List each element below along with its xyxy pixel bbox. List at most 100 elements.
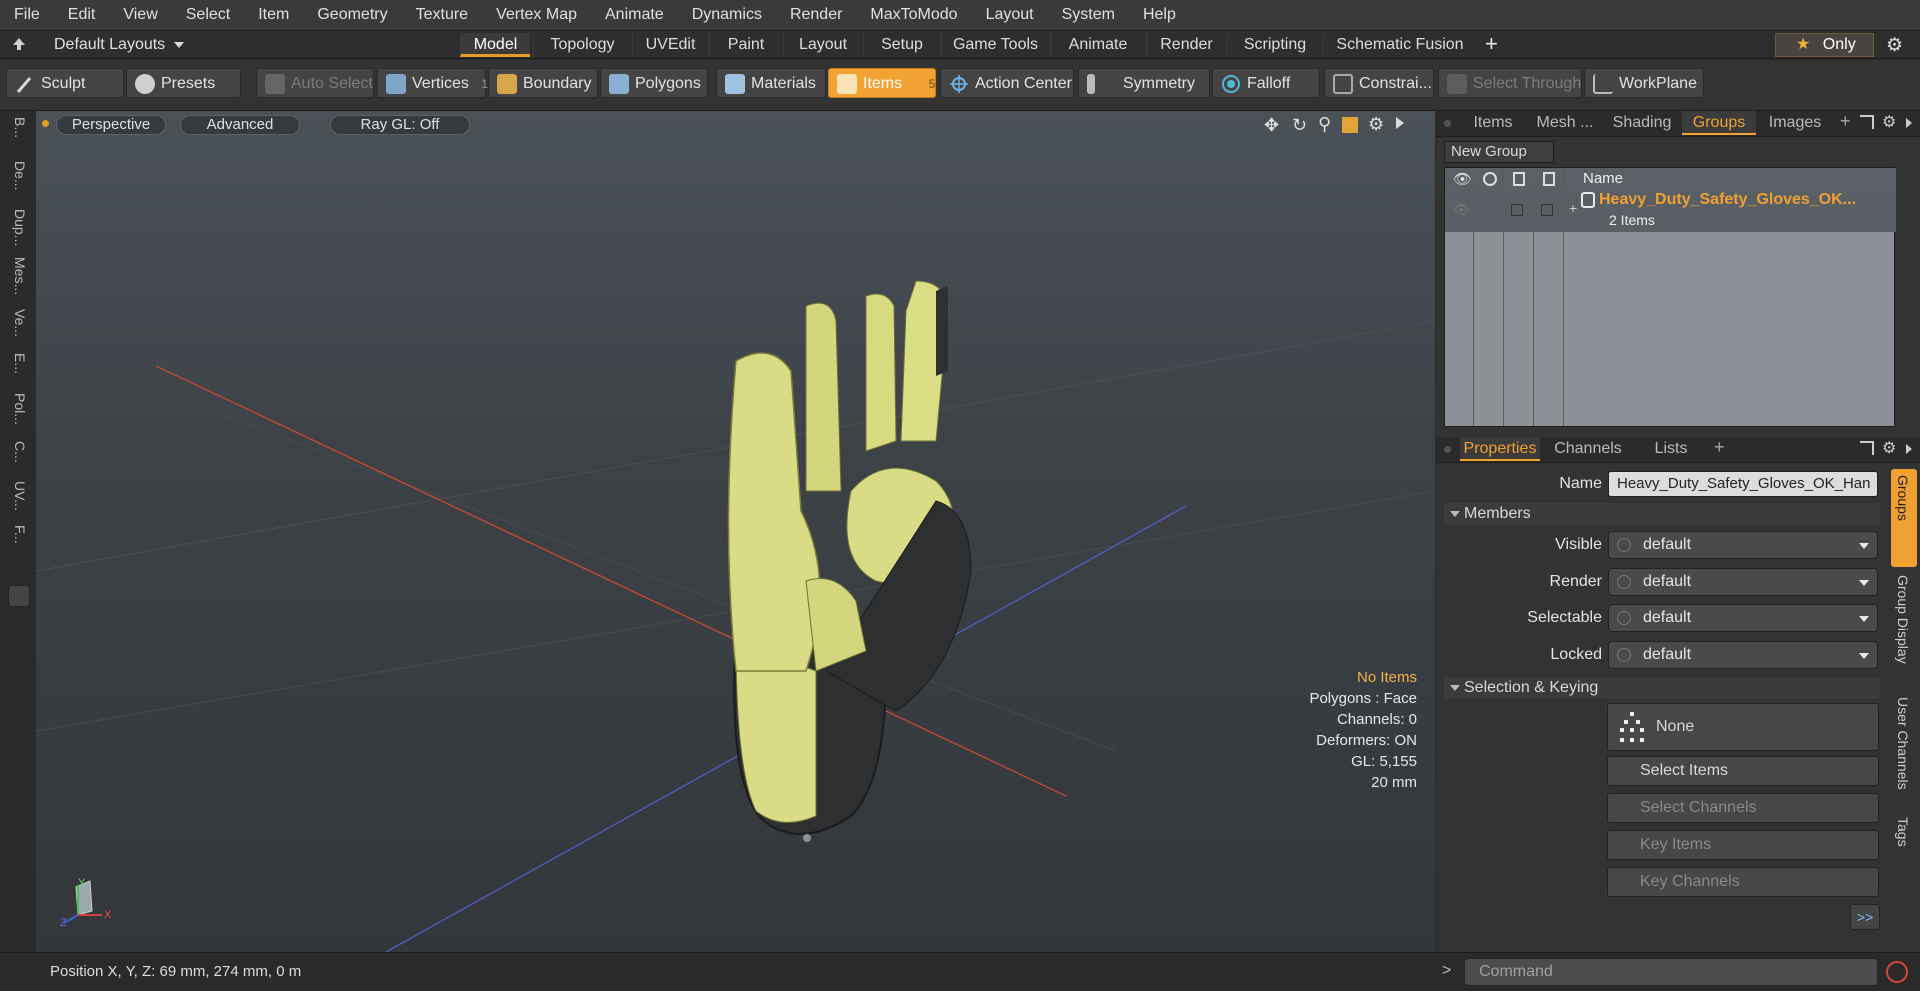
menu-vertex-map[interactable]: Vertex Map xyxy=(482,6,591,24)
tab-setup[interactable]: Setup xyxy=(863,33,940,57)
more-button[interactable]: >> xyxy=(1850,904,1880,930)
advanced-button[interactable]: Advanced xyxy=(180,115,300,135)
tab-lists[interactable]: Lists xyxy=(1636,437,1706,461)
left-tab-curve[interactable]: C... xyxy=(6,441,28,477)
presets-button[interactable]: Presets xyxy=(126,68,241,98)
selection-set-button[interactable]: None xyxy=(1607,703,1879,751)
gear-icon[interactable]: ⚙ xyxy=(1886,34,1903,57)
row-lock-checkbox[interactable] xyxy=(1541,204,1553,216)
properties-settings-icon[interactable]: ⚙ xyxy=(1882,438,1896,458)
fit-view-icon[interactable] xyxy=(1342,117,1358,133)
menu-select[interactable]: Select xyxy=(172,6,244,24)
action-center-button[interactable]: Action Center xyxy=(940,68,1074,98)
menu-dynamics[interactable]: Dynamics xyxy=(678,6,776,24)
side-tab-group-display[interactable]: Group Display xyxy=(1891,571,1917,689)
glove-model[interactable] xyxy=(36,111,1435,952)
left-tab-duplicate[interactable]: Dup... xyxy=(6,209,28,253)
upload-icon[interactable] xyxy=(12,37,26,51)
menu-geometry[interactable]: Geometry xyxy=(303,6,401,24)
menu-help[interactable]: Help xyxy=(1129,6,1190,24)
tab-mesh[interactable]: Mesh ... xyxy=(1528,111,1602,135)
workplane-button[interactable]: WorkPlane xyxy=(1584,68,1704,98)
left-tab-vertex[interactable]: Ve... xyxy=(6,309,28,349)
locked-dropdown[interactable]: default xyxy=(1608,641,1878,669)
tab-channels[interactable]: Channels xyxy=(1548,437,1628,461)
tab-game-tools[interactable]: Game Tools xyxy=(941,33,1049,57)
tab-shading[interactable]: Shading xyxy=(1604,111,1680,135)
visible-dropdown[interactable]: default xyxy=(1608,531,1878,559)
properties-arrow-icon[interactable] xyxy=(1906,444,1912,454)
layouts-dropdown[interactable]: Default Layouts xyxy=(54,34,184,56)
symmetry-button[interactable]: Symmetry xyxy=(1078,68,1210,98)
auto-select-button[interactable]: Auto Select xyxy=(256,68,374,98)
falloff-button[interactable]: Falloff xyxy=(1212,68,1320,98)
add-properties-tab-icon[interactable]: + xyxy=(1714,437,1725,458)
left-tabs-toggle[interactable] xyxy=(8,585,30,607)
side-tab-user-channels[interactable]: User Channels xyxy=(1891,693,1917,809)
zoom-view-icon[interactable]: ⚲ xyxy=(1318,114,1331,135)
left-tab-deform[interactable]: De... xyxy=(6,161,28,205)
panel-arrow-icon[interactable] xyxy=(1906,118,1912,128)
tab-properties[interactable]: Properties xyxy=(1460,437,1540,461)
tab-topology[interactable]: Topology xyxy=(533,33,631,57)
viewport-expand-icon[interactable] xyxy=(1396,117,1404,129)
menu-render[interactable]: Render xyxy=(776,6,856,24)
record-icon[interactable] xyxy=(1886,961,1908,983)
left-tab-basic[interactable]: B... xyxy=(6,117,28,157)
raygl-button[interactable]: Ray GL: Off xyxy=(330,115,470,135)
tab-uvedit[interactable]: UVEdit xyxy=(632,33,708,57)
side-tab-tags[interactable]: Tags xyxy=(1891,813,1917,863)
tab-model[interactable]: Model xyxy=(460,33,530,57)
selectable-dropdown[interactable]: default xyxy=(1608,604,1878,632)
add-panel-tab-icon[interactable]: + xyxy=(1840,111,1851,132)
3d-viewport[interactable]: Perspective Advanced Ray GL: Off ✥ ↻ ⚲ ⚙… xyxy=(36,111,1435,952)
tab-render[interactable]: Render xyxy=(1146,33,1226,57)
new-group-button[interactable]: New Group xyxy=(1444,141,1554,163)
side-tab-groups[interactable]: Groups xyxy=(1891,469,1917,567)
selection-keying-section[interactable]: Selection & Keying xyxy=(1444,677,1880,699)
expand-properties-icon[interactable] xyxy=(1860,441,1874,455)
left-tab-edge[interactable]: E... xyxy=(6,353,28,389)
tab-layout[interactable]: Layout xyxy=(783,33,862,57)
vertices-button[interactable]: Vertices 1 xyxy=(377,68,488,98)
expand-panel-icon[interactable] xyxy=(1860,115,1874,129)
select-items-button[interactable]: Select Items xyxy=(1607,756,1879,786)
tab-schematic-fusion[interactable]: Schematic Fusion xyxy=(1323,33,1476,57)
only-button[interactable]: ★ Only xyxy=(1775,33,1874,57)
tab-animate[interactable]: Animate xyxy=(1050,33,1145,57)
panel-settings-icon[interactable]: ⚙ xyxy=(1882,112,1896,132)
tab-paint[interactable]: Paint xyxy=(709,33,782,57)
items-button[interactable]: Items 5 xyxy=(828,68,936,98)
key-items-button[interactable]: Key Items xyxy=(1607,830,1879,860)
sculpt-button[interactable]: Sculpt xyxy=(6,68,124,98)
rotate-view-icon[interactable]: ↻ xyxy=(1292,115,1307,136)
row-selectable-checkbox[interactable] xyxy=(1511,204,1523,216)
menu-view[interactable]: View xyxy=(109,6,171,24)
materials-button[interactable]: Materials xyxy=(716,68,826,98)
tab-items[interactable]: Items xyxy=(1460,111,1526,135)
expand-plus-icon[interactable]: + xyxy=(1569,200,1577,216)
perspective-button[interactable]: Perspective xyxy=(56,115,166,135)
constraints-button[interactable]: Constrai... xyxy=(1324,68,1434,98)
tab-images[interactable]: Images xyxy=(1758,111,1832,135)
group-row[interactable]: 👁 + Heavy_Duty_Safety_Gloves_OK... 2 Ite… xyxy=(1445,190,1896,232)
menu-layout[interactable]: Layout xyxy=(972,6,1048,24)
menu-item[interactable]: Item xyxy=(244,6,303,24)
menu-animate[interactable]: Animate xyxy=(591,6,678,24)
select-channels-button[interactable]: Select Channels xyxy=(1607,793,1879,823)
left-tab-uv[interactable]: UV... xyxy=(6,481,28,521)
render-dropdown[interactable]: default xyxy=(1608,568,1878,596)
add-tab-icon[interactable]: + xyxy=(1485,33,1498,55)
viewport-settings-icon[interactable]: ⚙ xyxy=(1368,114,1384,135)
menu-maxtomodo[interactable]: MaxToModo xyxy=(856,6,971,24)
move-view-icon[interactable]: ✥ xyxy=(1264,115,1279,136)
select-through-button[interactable]: Select Through xyxy=(1438,68,1582,98)
menu-edit[interactable]: Edit xyxy=(54,6,110,24)
left-tab-polygon[interactable]: Pol... xyxy=(6,393,28,437)
key-channels-button[interactable]: Key Channels xyxy=(1607,867,1879,897)
menu-texture[interactable]: Texture xyxy=(402,6,482,24)
menu-system[interactable]: System xyxy=(1048,6,1129,24)
tab-groups[interactable]: Groups xyxy=(1682,111,1756,135)
left-tab-fusion[interactable]: F... xyxy=(6,525,28,565)
command-input[interactable]: Command xyxy=(1464,958,1878,986)
